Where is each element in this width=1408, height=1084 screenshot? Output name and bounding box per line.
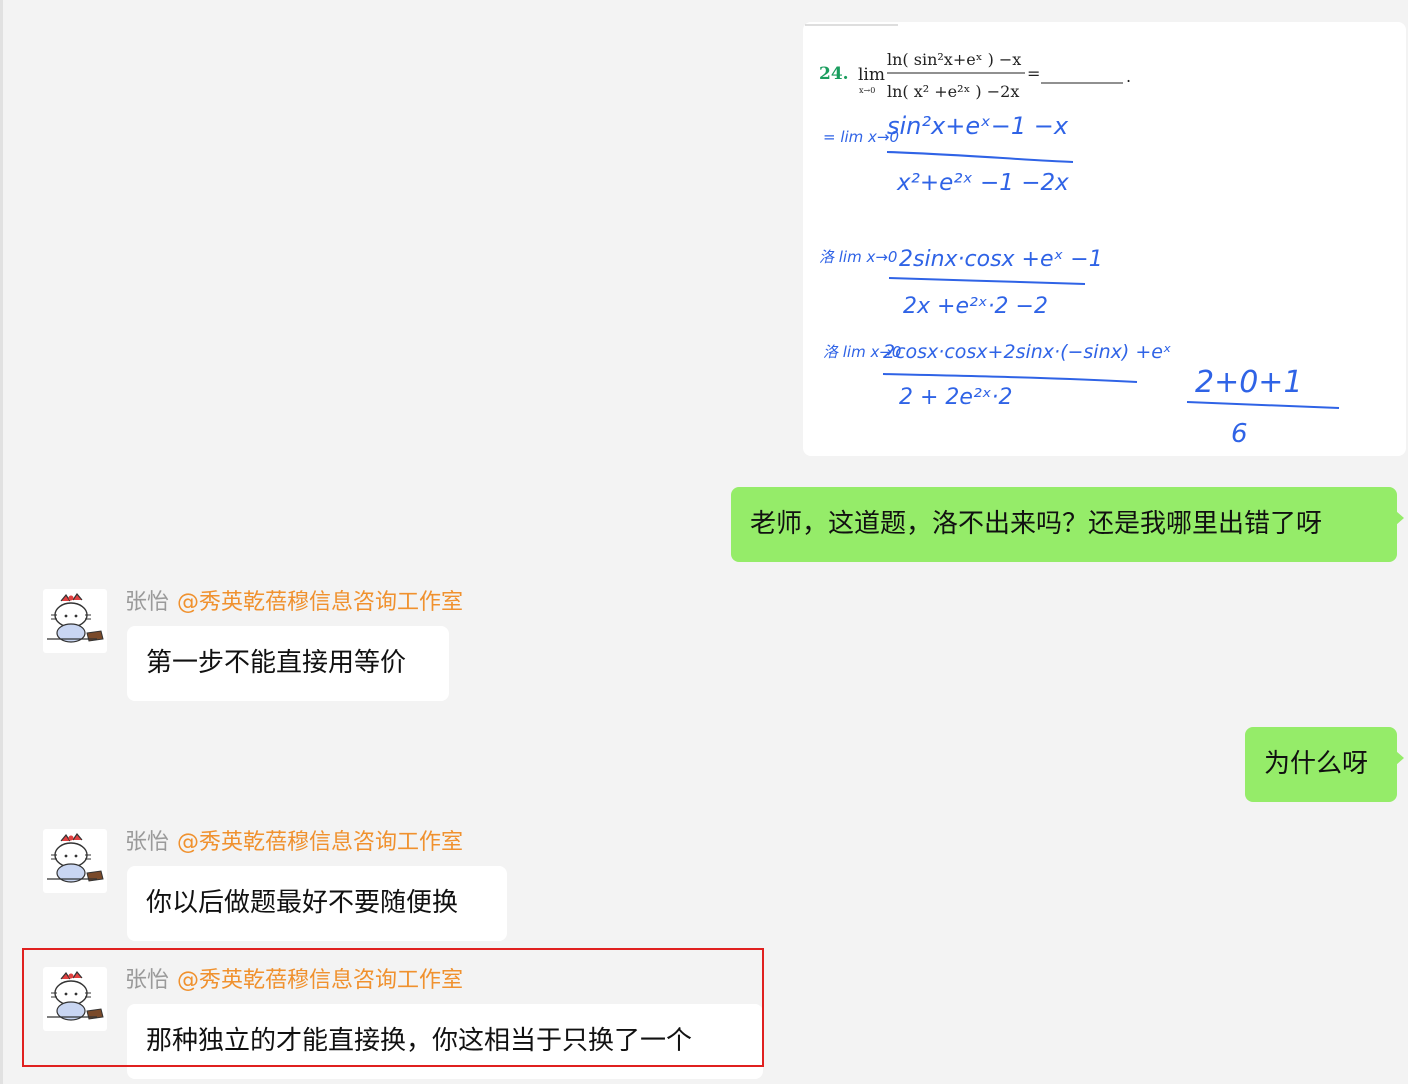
hello-kitty-avatar-icon	[47, 592, 104, 643]
sender-line: 张怡 @秀英乾蓓穆信息咨询工作室	[125, 829, 463, 857]
hw-step1-numerator: sin²x+eˣ−1 −x	[887, 112, 1069, 140]
sender-name: 张怡	[125, 830, 170, 855]
problem-number: 24.	[819, 64, 849, 84]
incoming-message[interactable]: 第一步不能直接用等价	[127, 626, 449, 701]
homework-image: 24. lim x→0 ln( sin²x+eˣ ) −x ln( x² +e²…	[805, 24, 1340, 449]
message-text: 老师，这道题，洛不出来吗？还是我哪里出错了呀	[750, 509, 1323, 539]
problem-lim: lim	[858, 65, 885, 85]
sender-line: 张怡 @秀英乾蓓穆信息咨询工作室	[125, 589, 463, 617]
avatar[interactable]	[43, 829, 107, 893]
problem-equals: =	[1027, 64, 1040, 83]
hello-kitty-avatar-icon	[47, 832, 104, 883]
hw-result-denominator: 6	[1231, 419, 1248, 449]
message-text: 为什么呀	[1264, 749, 1369, 779]
hw-result-numerator: 2+0+1	[1195, 365, 1303, 400]
sender-group[interactable]: @秀英乾蓓穆信息咨询工作室	[177, 590, 463, 615]
hw-step3-numerator: 2cosx·cosx+2sinx·(−sinx) +eˣ	[883, 341, 1171, 363]
incoming-message[interactable]: 你以后做题最好不要随便换	[127, 866, 507, 941]
hw-step3-denominator: 2 + 2e²ˣ·2	[899, 385, 1013, 410]
hw-step2-numerator: 2sinx·cosx +eˣ −1	[899, 247, 1103, 272]
sender-name: 张怡	[125, 590, 170, 615]
message-text: 你以后做题最好不要随便换	[146, 888, 459, 918]
outgoing-message[interactable]: 老师，这道题，洛不出来吗？还是我哪里出错了呀	[731, 487, 1404, 562]
sender-group[interactable]: @秀英乾蓓穆信息咨询工作室	[177, 830, 463, 855]
hw-result-bar	[1186, 401, 1340, 409]
problem-denominator: ln( x² +e²ˣ ) −2x	[887, 82, 1019, 101]
avatar[interactable]	[43, 589, 107, 653]
image-message[interactable]: 24. lim x→0 ln( sin²x+eˣ ) −x ln( x² +e²…	[803, 22, 1406, 456]
problem-lim-sub: x→0	[859, 86, 875, 95]
handwritten-solution: = lim x→0 sin²x+eˣ−1 −x x²+e²ˣ −1 −2x 洛 …	[819, 112, 1340, 449]
window-left-border	[0, 0, 3, 1084]
highlight-box	[22, 948, 764, 1067]
hw-step1-denominator: x²+e²ˣ −1 −2x	[896, 170, 1069, 196]
problem-period: .	[1126, 67, 1131, 86]
hw-step2-prefix: 洛 lim x→0	[819, 248, 897, 266]
hw-step3-bar	[882, 373, 1138, 383]
outgoing-message[interactable]: 为什么呀	[1245, 727, 1404, 802]
hw-step1-bar	[886, 151, 1074, 163]
hw-step2-bar	[888, 277, 1086, 285]
message-text: 第一步不能直接用等价	[146, 648, 407, 678]
problem-numerator: ln( sin²x+eˣ ) −x	[887, 50, 1021, 69]
hw-step2-denominator: 2x +e²ˣ·2 −2	[903, 294, 1048, 319]
